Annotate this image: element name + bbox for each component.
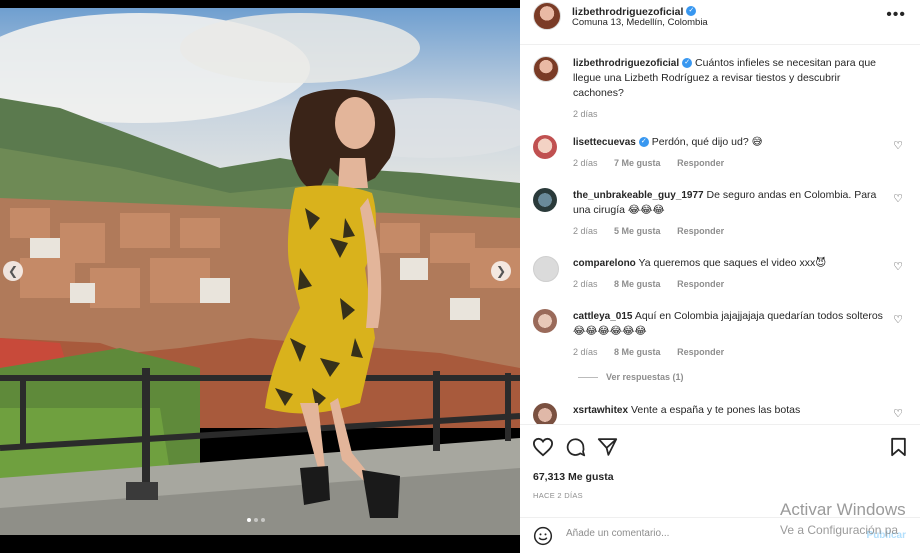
emoji-icon[interactable] [533, 526, 553, 546]
post-header: lizbethrodriguezoficial ✓ Comuna 13, Mede… [520, 0, 920, 45]
reply-button[interactable]: Responder [677, 279, 724, 289]
post-media-panel: ❮ ❯ [0, 0, 520, 553]
bookmark-icon[interactable] [890, 437, 907, 457]
comment-like-heart-icon[interactable]: ♡ [893, 260, 903, 273]
post-photo[interactable] [0, 8, 520, 535]
comment-likes[interactable]: 8 Me gusta [614, 279, 661, 289]
divider [578, 377, 598, 379]
more-icon[interactable]: ••• [886, 6, 906, 24]
windows-activation-watermark: Activar Windows Ve a Configuración pa [780, 500, 906, 537]
verified-icon: ✓ [686, 5, 697, 16]
comment-time: 2 días [573, 347, 598, 357]
comment-time: 2 días [573, 158, 598, 168]
caption-time: 2 días [573, 109, 598, 119]
previous-photo-button[interactable]: ❮ [3, 261, 23, 281]
commenter-avatar[interactable] [533, 256, 559, 282]
comment-time: 2 días [573, 279, 598, 289]
view-replies-button[interactable]: Ver respuestas (1) [578, 372, 684, 382]
heart-icon[interactable] [532, 437, 554, 457]
post-location[interactable]: Comuna 13, Medellín, Colombia [572, 17, 708, 28]
commenter-avatar[interactable] [533, 188, 557, 212]
comment-like-heart-icon[interactable]: ♡ [893, 407, 903, 420]
comment-text: Perdón, qué dijo ud? 😅 [651, 136, 763, 148]
comments-list[interactable]: lizbethrodriguezoficial ✓ Cuántos infiele… [520, 44, 920, 424]
comment-username[interactable]: lisettecuevas [573, 137, 636, 148]
reply-button[interactable]: Responder [677, 347, 724, 357]
comment-likes[interactable]: 5 Me gusta [614, 226, 661, 236]
chevron-left-icon: ❮ [7, 264, 19, 278]
comment-username[interactable]: the_unbrakeable_guy_1977 [573, 190, 704, 201]
caption-username[interactable]: lizbethrodriguezoficial [573, 58, 679, 69]
carousel-dot [261, 518, 265, 522]
comment-username[interactable]: cattleya_015 [573, 311, 633, 322]
verified-icon: ✓ [682, 58, 693, 69]
watermark-title: Activar Windows [780, 500, 906, 519]
author-avatar[interactable] [533, 56, 559, 82]
post-details-panel: lizbethrodriguezoficial ✓ Comuna 13, Mede… [520, 0, 920, 553]
comment-likes[interactable]: 8 Me gusta [614, 347, 661, 357]
carousel-dot [254, 518, 258, 522]
commenter-avatar[interactable] [533, 309, 557, 333]
reply-button[interactable]: Responder [677, 226, 724, 236]
comment-icon[interactable] [565, 437, 586, 458]
comment-text: Vente a españa y te pones las botas [630, 404, 801, 416]
commenter-avatar[interactable] [533, 135, 557, 159]
comment-username[interactable]: xsrtawhitex [573, 405, 628, 416]
next-photo-button[interactable]: ❯ [491, 261, 511, 281]
watermark-subtitle: Ve a Configuración pa [780, 523, 899, 537]
commenter-avatar[interactable] [533, 403, 557, 424]
verified-icon: ✓ [638, 137, 649, 148]
post-timestamp: HACE 2 DÍAS [533, 491, 583, 500]
comment-like-heart-icon[interactable]: ♡ [893, 313, 903, 326]
comment-time: 2 días [573, 226, 598, 236]
chevron-right-icon: ❯ [495, 264, 507, 278]
comment-like-heart-icon[interactable]: ♡ [893, 192, 903, 205]
carousel-dot [247, 518, 251, 522]
reply-button[interactable]: Responder [677, 158, 724, 168]
view-replies-label: Ver respuestas (1) [606, 372, 684, 382]
comment-like-heart-icon[interactable]: ♡ [893, 139, 903, 152]
author-avatar[interactable] [533, 2, 561, 30]
send-icon[interactable] [597, 437, 618, 457]
comment-username[interactable]: comparelono [573, 258, 636, 269]
likes-count[interactable]: 67,313 Me gusta [533, 471, 614, 483]
carousel-indicator [247, 518, 265, 522]
comment-likes[interactable]: 7 Me gusta [614, 158, 661, 168]
comment-text: Ya queremos que saques el video xxx😈 [638, 257, 827, 269]
